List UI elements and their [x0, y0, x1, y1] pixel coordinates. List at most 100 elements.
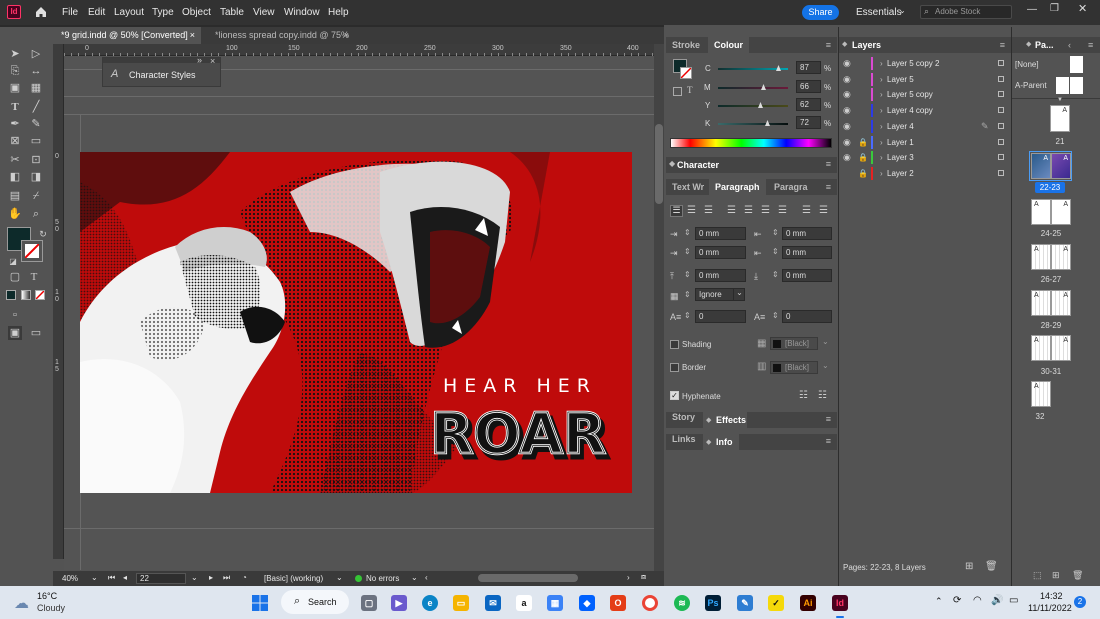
content-collector-icon[interactable]: ▣	[8, 81, 22, 95]
wifi-icon[interactable]: ◠	[973, 595, 982, 606]
container-toggle-icon[interactable]	[673, 87, 682, 96]
justify-left-icon[interactable]: ☰	[727, 205, 736, 216]
expand-layer-icon[interactable]: ›	[880, 56, 883, 71]
chevron-up-icon[interactable]: ⌃	[935, 596, 943, 607]
tab-9-grid[interactable]: *9 grid.indd @ 50% [Converted] ×	[53, 27, 201, 44]
visibility-eye-icon[interactable]: ◉	[843, 103, 851, 118]
visibility-eye-icon[interactable]: ◉	[843, 56, 851, 71]
volume-icon[interactable]: 🔊	[991, 595, 1003, 606]
panel-menu-icon[interactable]: ≡	[826, 37, 831, 53]
spotify-icon[interactable]: ≋	[674, 595, 690, 611]
stroke-swatch[interactable]	[21, 240, 43, 262]
stepper-icon[interactable]: ⇕	[772, 247, 779, 256]
menu-window[interactable]: Window	[284, 7, 320, 18]
tab-lioness-spread[interactable]: *lioness spread copy.indd @ 75% ×	[207, 27, 355, 44]
left-indent-field[interactable]: 0 mm	[695, 227, 746, 240]
stroke-color-swatch[interactable]	[680, 67, 692, 79]
layer-selection-square[interactable]	[998, 60, 1004, 66]
page-24-thumbnail[interactable]: A	[1031, 199, 1051, 225]
layer-row[interactable]: ◉ 🔒 › Layer 3	[839, 150, 1009, 165]
space-before-field[interactable]: 0 mm	[695, 269, 746, 282]
chrome-icon[interactable]	[642, 595, 658, 611]
colour-spectrum[interactable]	[670, 138, 832, 148]
horizontal-ruler[interactable]: 0 100 150 200 250 300 350 400	[64, 44, 654, 56]
menu-type[interactable]: Type	[152, 7, 174, 18]
close-tab-icon[interactable]: ×	[344, 27, 349, 44]
align-away-spine-icon[interactable]: ☰	[819, 205, 828, 216]
new-page-icon[interactable]: ⊞	[1052, 570, 1060, 581]
drop-cap-lines-field[interactable]: 0	[695, 310, 746, 323]
expand-layer-icon[interactable]: ›	[880, 72, 883, 87]
text-toggle-icon[interactable]: T	[687, 85, 693, 95]
black-slider[interactable]	[718, 123, 788, 125]
expand-layer-icon[interactable]: ›	[880, 166, 883, 181]
panel-menu-icon[interactable]: ≡	[826, 436, 831, 446]
panel-grip[interactable]	[103, 58, 220, 63]
justify-right-icon[interactable]: ☰	[761, 205, 770, 216]
gradient-feather-tool-icon[interactable]: ◨	[29, 170, 43, 184]
split-view-icon[interactable]: ⧈	[641, 572, 646, 582]
preflight-status[interactable]: No errors	[366, 574, 399, 583]
panel-menu-icon[interactable]: ≡	[1088, 37, 1093, 53]
align-right-icon[interactable]: ☰	[704, 205, 713, 216]
stepper-icon[interactable]: ⇕	[684, 270, 691, 279]
hyphenate-checkbox[interactable]: ✓	[670, 391, 679, 400]
drag-handle-icon[interactable]: ▼	[1057, 97, 1063, 103]
expand-icon[interactable]: ◆	[842, 37, 847, 53]
scroll-thumb[interactable]	[655, 124, 663, 204]
a-parent-left-thumbnail[interactable]	[1056, 77, 1069, 94]
default-colors-icon[interactable]: ◪	[6, 255, 20, 269]
delete-page-icon[interactable]: 🗑	[1072, 570, 1083, 581]
page-32-thumbnail[interactable]: A	[1031, 381, 1051, 407]
visibility-eye-icon[interactable]: ◉	[843, 119, 851, 134]
drop-cap-chars-field[interactable]: 0	[782, 310, 832, 323]
pencil-tool-icon[interactable]: ✎	[29, 117, 43, 131]
layer-row[interactable]: ◉ › Layer 5 copy 2	[839, 56, 1009, 71]
layer-row[interactable]: ◉ › Layer 4 ✎	[839, 119, 1009, 134]
office-icon[interactable]: O	[610, 595, 626, 611]
close-tab-icon[interactable]: ×	[190, 27, 195, 44]
page-31-thumbnail[interactable]: A	[1051, 335, 1071, 361]
black-value-field[interactable]: 72	[796, 116, 821, 129]
panel-menu-icon[interactable]: ≡	[826, 414, 831, 424]
vertical-ruler[interactable]: 0 5 0 1 0 1 5	[53, 44, 64, 559]
first-line-indent-field[interactable]: 0 mm	[695, 246, 746, 259]
rectangle-tool-icon[interactable]: ▭	[29, 134, 43, 148]
clock-time[interactable]: 14:32	[1040, 591, 1063, 601]
tab-info[interactable]: Info	[716, 437, 733, 447]
page-29-thumbnail[interactable]: A	[1051, 290, 1071, 316]
page-tool-icon[interactable]: ⎘	[8, 64, 22, 78]
visibility-eye-icon[interactable]: ◉	[843, 150, 851, 165]
chevron-down-icon[interactable]: ⌄	[822, 361, 829, 370]
yellow-slider[interactable]	[718, 105, 788, 107]
gradient-swatch-tool-icon[interactable]: ◧	[8, 170, 22, 184]
page-26-thumbnail[interactable]: A	[1031, 244, 1051, 270]
right-indent-field[interactable]: 0 mm	[782, 227, 832, 240]
expand-layer-icon[interactable]: ›	[880, 135, 883, 150]
menu-object[interactable]: Object	[182, 7, 211, 18]
chevron-down-icon[interactable]: ⌄	[822, 337, 829, 346]
gap-tool-icon[interactable]: ↔	[29, 64, 43, 78]
artwork-lioness-spread[interactable]: HEAR HER ROAR ROAR ROAR	[80, 152, 632, 493]
new-layer-icon[interactable]: ⊞	[965, 561, 973, 572]
cyan-value-field[interactable]: 87	[796, 61, 821, 74]
eyedropper-tool-icon[interactable]: ⌿	[29, 189, 43, 203]
menu-help[interactable]: Help	[328, 7, 349, 18]
border-checkbox[interactable]	[670, 363, 679, 372]
a-parent-label[interactable]: A-Parent	[1015, 81, 1047, 90]
lock-icon[interactable]: 🔒	[858, 150, 868, 165]
tab-pages[interactable]: Pa...	[1035, 37, 1054, 53]
battery-icon[interactable]: ▭	[1009, 595, 1018, 606]
layer-selection-square[interactable]	[998, 122, 1004, 129]
page-number-field[interactable]: 22	[136, 573, 186, 584]
tab-colour[interactable]: Colour	[708, 37, 749, 53]
chevron-down-icon[interactable]: ⌄	[191, 573, 198, 582]
stepper-icon[interactable]: ⇕	[772, 311, 779, 320]
expand-layer-icon[interactable]: ›	[880, 119, 883, 134]
tab-layers[interactable]: Layers	[852, 37, 881, 53]
pen-tool-icon[interactable]: ✒	[8, 117, 22, 131]
page-28-thumbnail[interactable]: A	[1031, 290, 1051, 316]
notification-badge[interactable]: 2	[1074, 596, 1086, 608]
none-parent-thumbnail[interactable]	[1070, 56, 1083, 73]
stepper-icon[interactable]: ⇕	[684, 247, 691, 256]
